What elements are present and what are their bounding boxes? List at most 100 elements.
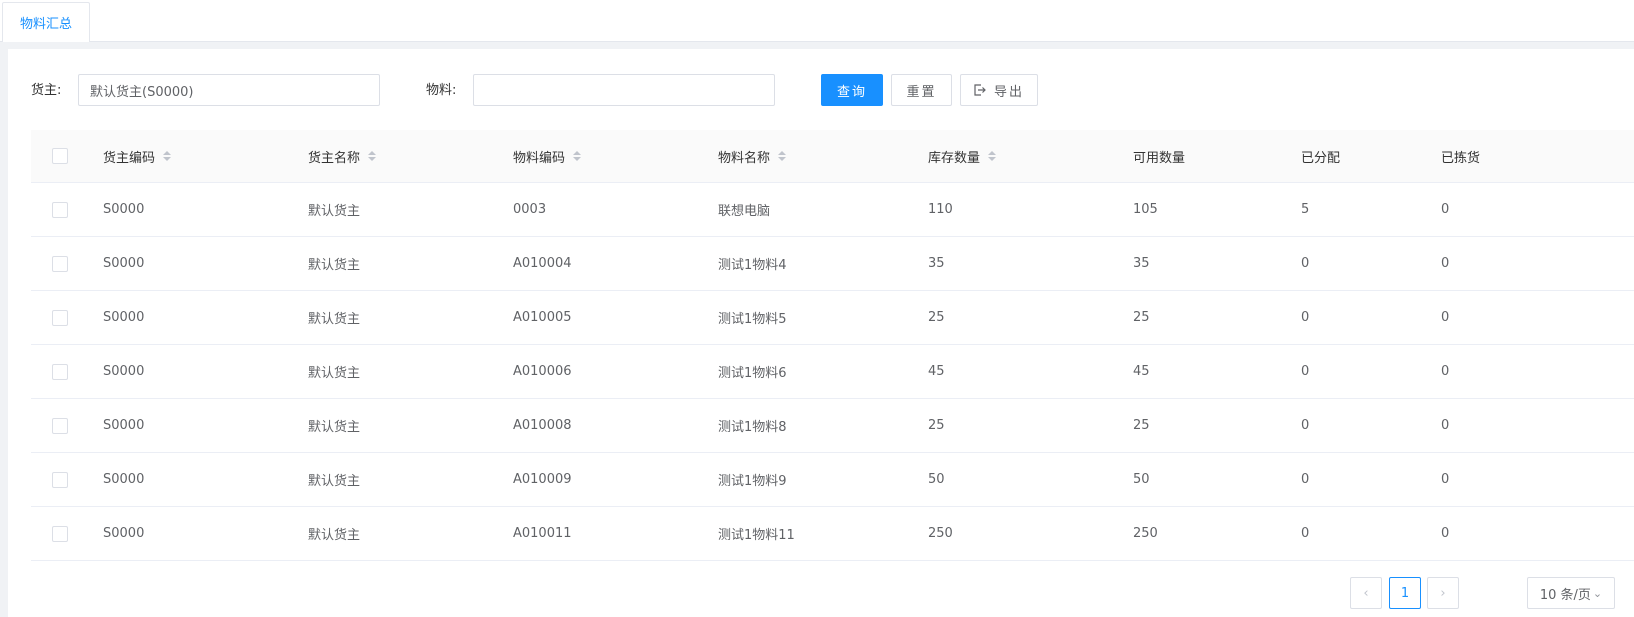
row-select-cell [52,291,68,344]
row-checkbox[interactable] [52,309,68,326]
table-cell: S0000 [103,526,145,541]
row-checkbox[interactable] [52,363,68,380]
sort-icon[interactable] [368,151,377,161]
table-cell: 0 [1441,202,1450,217]
sort-ascending-icon[interactable] [988,151,997,155]
column-header-label: 已拣货 [1441,150,1481,166]
table-cell: 25 [1133,310,1150,325]
page-number-button[interactable]: 1 [1389,577,1421,609]
table-cell: 0 [1441,472,1450,487]
owner-input[interactable] [78,74,380,106]
row-checkbox[interactable] [52,471,68,488]
table-cell: 250 [928,526,953,541]
table-cell: 50 [1133,472,1150,487]
table-cell: 45 [928,364,945,379]
table-cell: 默认货主 [308,474,361,489]
reset-button[interactable]: 重置 [891,74,952,106]
table-cell: A010006 [513,364,572,379]
table-cell: S0000 [103,364,145,379]
material-label: 物料: [426,83,457,98]
column-header[interactable]: 物料编码 [513,130,582,182]
table-row[interactable]: S0000 默认货主 0003 联想电脑 110 105 5 0 [31,183,1634,237]
table-cell: 默认货主 [308,258,361,273]
table-cell: 0 [1301,256,1310,271]
tab-bar: 物料汇总 [0,0,1634,42]
table-row[interactable]: S0000 默认货主 A010008 测试1物料8 25 25 0 0 [31,399,1634,453]
row-checkbox[interactable] [52,417,68,434]
table-cell: 25 [1133,418,1150,433]
table-row[interactable]: S0000 默认货主 A010011 测试1物料11 250 250 0 0 [31,507,1634,561]
table-cell: 默认货主 [308,312,361,327]
sort-descending-icon[interactable] [368,157,377,161]
table-cell: S0000 [103,418,145,433]
row-select-cell [52,399,68,452]
chevron-down-icon: ⌄ [1592,586,1603,600]
sort-descending-icon[interactable] [778,157,787,161]
table-cell: 250 [1133,526,1158,541]
reset-button-label: 重置 [906,84,937,100]
sort-descending-icon[interactable] [988,157,997,161]
sort-icon[interactable] [573,151,582,161]
table-body: S0000 默认货主 0003 联想电脑 110 105 5 0 S0000 默认货主 A01000… [31,183,1634,561]
column-header[interactable]: 货主名称 [308,130,377,182]
sort-descending-icon[interactable] [163,157,172,161]
row-checkbox[interactable] [52,201,68,218]
column-header-label: 库存数量 [928,150,981,166]
sort-ascending-icon[interactable] [163,151,172,155]
table-cell: 联想电脑 [718,204,771,219]
table-cell: 110 [928,202,953,217]
export-button[interactable]: 导出 [960,74,1038,106]
table-header: 货主编码 货主名称 物料编码 物料名称 库存数量 可用数量 已分配 已拣货 [31,130,1634,183]
tab-material-summary[interactable]: 物料汇总 [2,2,90,42]
select-all-checkbox[interactable] [52,148,68,164]
page-size-select[interactable]: 10 条/页 ⌄ [1527,577,1615,609]
table-cell: 测试1物料11 [718,528,795,543]
row-checkbox[interactable] [52,525,68,542]
column-header: 可用数量 [1133,130,1185,182]
table-row[interactable]: S0000 默认货主 A010004 测试1物料4 35 35 0 0 [31,237,1634,291]
table-cell: 0003 [513,202,547,217]
row-select-cell [52,237,68,290]
table-row[interactable]: S0000 默认货主 A010009 测试1物料9 50 50 0 0 [31,453,1634,507]
column-header-label: 可用数量 [1133,150,1186,166]
column-header[interactable]: 物料名称 [718,130,787,182]
sort-icon[interactable] [163,151,172,161]
query-button[interactable]: 查询 [821,74,883,106]
table-row[interactable]: S0000 默认货主 A010006 测试1物料6 45 45 0 0 [31,345,1634,399]
column-header[interactable]: 库存数量 [928,130,997,182]
sort-descending-icon[interactable] [573,157,582,161]
table-cell: 35 [1133,256,1150,271]
table-cell: 25 [928,418,945,433]
table-cell: 默认货主 [308,420,361,435]
table-cell: 默认货主 [308,366,361,381]
table-cell: S0000 [103,202,145,217]
export-button-label: 导出 [993,84,1024,100]
column-header: 已拣货 [1441,130,1480,182]
material-summary-table: 货主编码 货主名称 物料编码 物料名称 库存数量 可用数量 已分配 已拣货 S0000 默认货主… [31,130,1634,561]
sort-ascending-icon[interactable] [573,151,582,155]
material-input[interactable] [473,74,775,106]
table-cell: 测试1物料9 [718,474,787,489]
column-header[interactable]: 货主编码 [103,130,172,182]
sort-icon[interactable] [778,151,787,161]
row-checkbox[interactable] [52,255,68,272]
row-select-cell [52,453,68,506]
table-cell: 0 [1301,472,1310,487]
owner-label: 货主: [31,83,62,98]
table-cell: 0 [1301,526,1310,541]
table-cell: 45 [1133,364,1150,379]
table-cell: S0000 [103,310,145,325]
sort-ascending-icon[interactable] [368,151,377,155]
next-page-button[interactable]: › [1427,577,1459,609]
table-row[interactable]: S0000 默认货主 A010005 测试1物料5 25 25 0 0 [31,291,1634,345]
table-cell: A010009 [513,472,572,487]
row-select-cell [52,507,68,560]
column-header-label: 货主编码 [103,150,156,166]
chevron-left-icon: ‹ [1363,585,1369,601]
prev-page-button[interactable]: ‹ [1350,577,1382,609]
table-cell: S0000 [103,472,145,487]
sort-icon[interactable] [988,151,997,161]
sort-ascending-icon[interactable] [778,151,787,155]
table-cell: 0 [1301,418,1310,433]
table-cell: 0 [1301,310,1310,325]
